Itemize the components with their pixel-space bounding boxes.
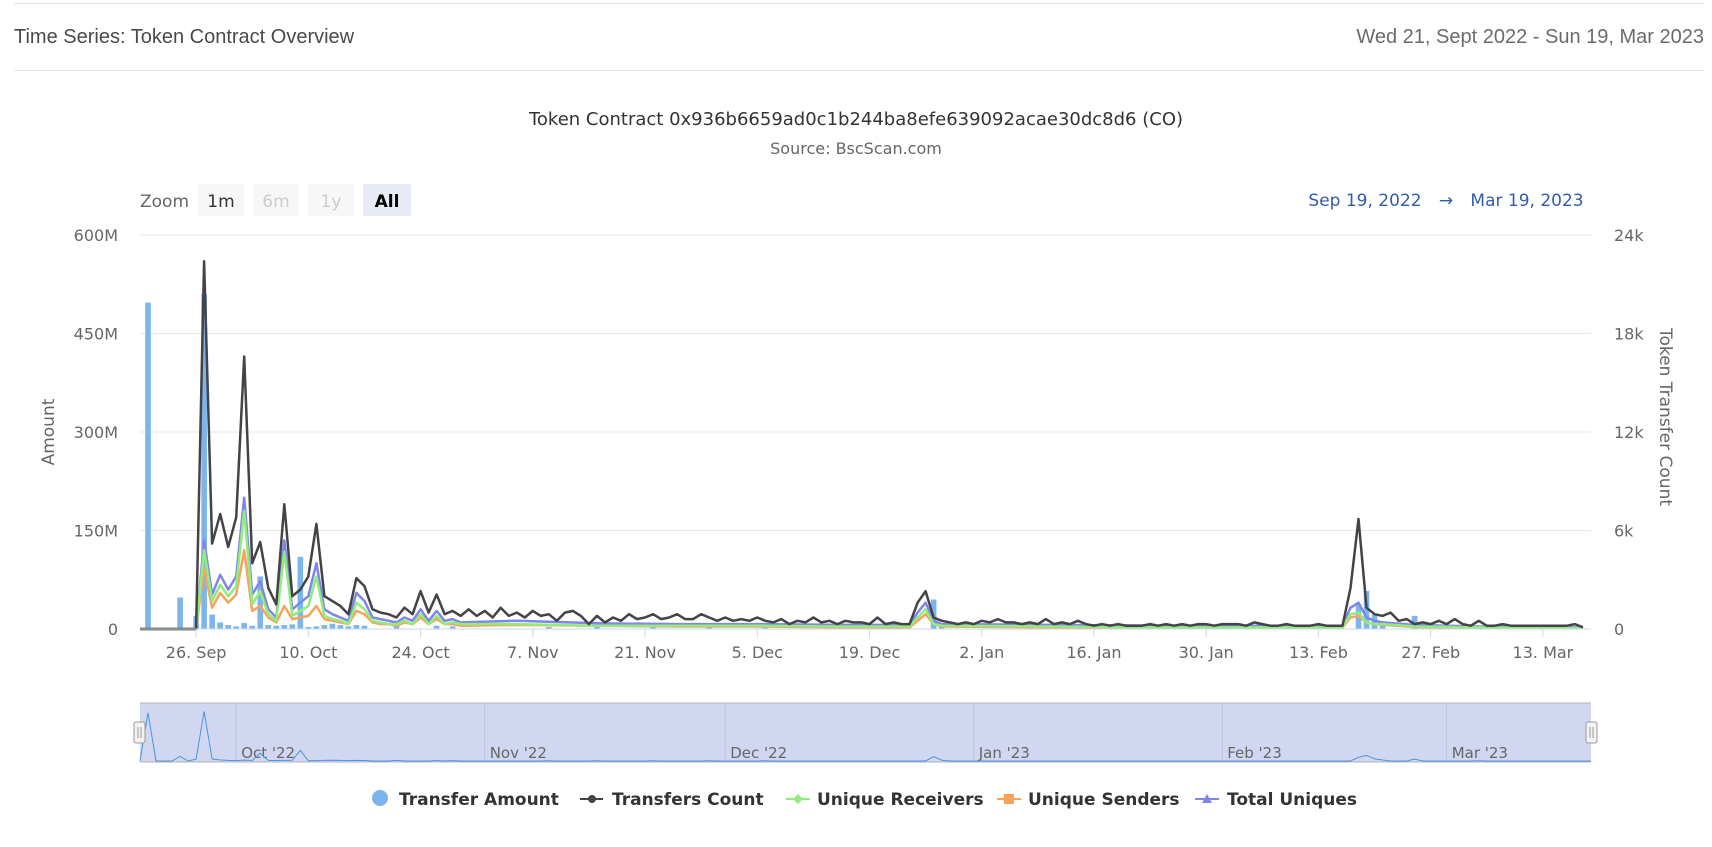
legend-item-unique-receivers[interactable]: Unique Receivers bbox=[786, 790, 984, 810]
navigator[interactable]: Oct '22 Nov '22 Dec '22 Jan '23 Feb '23 Mar '… bbox=[133, 702, 1598, 763]
legend-label-transfers-count: Transfers Count bbox=[612, 790, 764, 810]
legend-item-unique-senders[interactable]: Unique Senders bbox=[997, 790, 1180, 810]
y-right-tick-label: 0 bbox=[1614, 620, 1624, 639]
navigator-month-label: Dec '22 bbox=[730, 744, 787, 762]
navigator-month-label: Mar '23 bbox=[1452, 744, 1508, 762]
legend-item-transfer-amount[interactable]: Transfer Amount bbox=[372, 790, 559, 810]
navigator-month-label: Nov '22 bbox=[490, 744, 547, 762]
y-axis-right-title: Token Transfer Count bbox=[1655, 327, 1675, 506]
x-tick-label: 2. Jan bbox=[959, 643, 1004, 662]
navigator-month-label: Oct '22 bbox=[241, 744, 295, 762]
y-left-tick-label: 300M bbox=[74, 423, 118, 442]
y-axis-left: 0 150M 300M 450M 600M bbox=[74, 226, 118, 639]
bar-transfer-amount[interactable] bbox=[337, 625, 344, 629]
range-arrow: → bbox=[1439, 191, 1453, 211]
bar-transfer-amount[interactable] bbox=[217, 622, 223, 629]
y-axis-left-title: Amount bbox=[39, 398, 59, 465]
bars-layer bbox=[145, 294, 1482, 629]
y-left-tick-label: 450M bbox=[74, 325, 118, 344]
legend-item-total-uniques[interactable]: Total Uniques bbox=[1195, 790, 1357, 810]
bar-transfer-amount[interactable] bbox=[265, 625, 272, 629]
bar-transfer-amount[interactable] bbox=[321, 625, 328, 629]
legend-label-transfer-amount: Transfer Amount bbox=[399, 790, 559, 810]
y-left-tick-label: 150M bbox=[74, 522, 118, 541]
zoom-button-all[interactable]: All bbox=[363, 184, 411, 216]
x-tick-label: 21. Nov bbox=[614, 643, 676, 662]
zoom-button-1m[interactable]: 1m bbox=[198, 184, 244, 216]
legend: Transfer Amount Transfers Count Unique R… bbox=[372, 790, 1357, 810]
x-tick-label: 27. Feb bbox=[1401, 643, 1460, 662]
navigator-month-label: Feb '23 bbox=[1227, 744, 1282, 762]
legend-marker-transfers-count bbox=[588, 795, 596, 803]
bar-transfer-amount[interactable] bbox=[177, 597, 183, 629]
x-tick-label: 24. Oct bbox=[391, 643, 449, 662]
x-tick-label: 5. Dec bbox=[732, 643, 783, 662]
y-right-tick-label: 12k bbox=[1614, 423, 1644, 442]
bar-transfer-amount[interactable] bbox=[145, 302, 151, 629]
range-from-input[interactable]: Sep 19, 2022 bbox=[1308, 191, 1421, 211]
y-left-tick-label: 600M bbox=[74, 226, 118, 245]
bar-transfer-amount[interactable] bbox=[289, 624, 296, 629]
navigator-handle-right[interactable] bbox=[1585, 721, 1598, 744]
x-tick-label: 10. Oct bbox=[279, 643, 337, 662]
x-tick-label: 19. Dec bbox=[839, 643, 901, 662]
legend-label-unique-receivers: Unique Receivers bbox=[817, 790, 984, 810]
navigator-handle-left[interactable] bbox=[133, 721, 146, 744]
legend-label-unique-senders: Unique Senders bbox=[1028, 790, 1180, 810]
legend-label-total-uniques: Total Uniques bbox=[1227, 790, 1357, 810]
navigator-month-label: Jan '23 bbox=[978, 744, 1030, 762]
chart-subtitle: Source: BscScan.com bbox=[770, 139, 942, 158]
x-tick-label: 7. Nov bbox=[507, 643, 559, 662]
x-axis-ticks: 26. Sep 10. Oct 24. Oct 7. Nov 21. Nov 5. Dec… bbox=[166, 629, 1574, 662]
bar-transfer-amount[interactable] bbox=[209, 614, 215, 629]
series-line-transfers-count[interactable] bbox=[140, 260, 1584, 631]
y-axis-right: 0 6k 12k 18k 24k bbox=[1614, 226, 1644, 639]
legend-item-transfers-count[interactable]: Transfers Count bbox=[580, 790, 764, 810]
legend-marker-unique-senders bbox=[1004, 794, 1014, 804]
bar-transfer-amount[interactable] bbox=[329, 623, 336, 629]
x-tick-label: 13. Mar bbox=[1513, 643, 1574, 662]
x-tick-label: 26. Sep bbox=[166, 643, 227, 662]
bar-transfer-amount[interactable] bbox=[281, 625, 288, 629]
chart-title: Token Contract 0x936b6659ad0c1b244ba8efe… bbox=[528, 109, 1183, 130]
bar-transfer-amount[interactable] bbox=[353, 625, 360, 629]
y-left-tick-label: 0 bbox=[108, 620, 118, 639]
navigator-window[interactable] bbox=[140, 703, 1591, 762]
lines-layer bbox=[140, 260, 1584, 631]
bar-transfer-amount[interactable] bbox=[225, 625, 231, 629]
zoom-button-6m-label: 6m bbox=[262, 192, 289, 212]
zoom-button-1y[interactable]: 1y bbox=[308, 184, 354, 216]
y-right-tick-label: 18k bbox=[1614, 325, 1644, 344]
y-right-tick-label: 6k bbox=[1614, 522, 1634, 541]
y-right-tick-label: 24k bbox=[1614, 226, 1644, 245]
zoom-button-1m-label: 1m bbox=[207, 192, 234, 212]
bar-transfer-amount[interactable] bbox=[241, 623, 248, 629]
zoom-label: Zoom bbox=[140, 192, 189, 212]
legend-marker-unique-receivers bbox=[793, 794, 803, 804]
chart-svg: Token Contract 0x936b6659ad0c1b244ba8efe… bbox=[39, 109, 1675, 810]
x-tick-label: 30. Jan bbox=[1179, 643, 1234, 662]
zoom-button-1y-label: 1y bbox=[321, 192, 342, 212]
zoom-button-all-label: All bbox=[375, 192, 400, 212]
x-tick-label: 13. Feb bbox=[1289, 643, 1348, 662]
zoom-button-6m[interactable]: 6m bbox=[253, 184, 299, 216]
x-tick-label: 16. Jan bbox=[1066, 643, 1121, 662]
legend-marker-transfer-amount bbox=[372, 790, 388, 806]
range-selector: Zoom 1m 6m 1y All Sep 19, 2022 → Mar 19,… bbox=[140, 184, 1584, 216]
grid-lines bbox=[140, 234, 1591, 531]
range-to-input[interactable]: Mar 19, 2023 bbox=[1470, 191, 1583, 211]
